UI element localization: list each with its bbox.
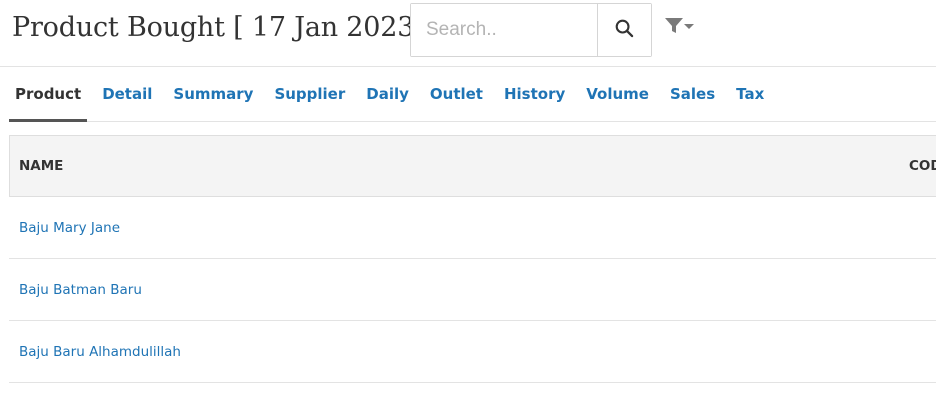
tab-outlet[interactable]: Outlet xyxy=(423,67,490,121)
table-row: Baju Mary Jane xyxy=(9,197,936,259)
search-icon xyxy=(615,19,634,41)
tab-tax[interactable]: Tax xyxy=(729,67,771,121)
product-link[interactable]: Baju Baru Alhamdulillah xyxy=(19,344,181,360)
page: Product Bought [ 17 Jan 2023 ] Product D… xyxy=(0,0,936,407)
tab-history[interactable]: History xyxy=(497,67,572,121)
table-row: Baju Baru Alhamdulillah xyxy=(9,321,936,383)
column-header-name[interactable]: NAME xyxy=(19,158,63,174)
tab-product[interactable]: Product xyxy=(9,67,88,122)
product-table: NAME COD Baju Mary Jane Baju Batman Baru… xyxy=(9,135,936,383)
tab-detail[interactable]: Detail xyxy=(95,67,159,121)
product-link[interactable]: Baju Mary Jane xyxy=(19,220,120,236)
table-header: NAME COD xyxy=(9,135,936,197)
tab-daily[interactable]: Daily xyxy=(359,67,416,121)
tab-volume[interactable]: Volume xyxy=(579,67,656,121)
search-group xyxy=(410,3,652,57)
product-link[interactable]: Baju Batman Baru xyxy=(19,282,142,298)
search-input[interactable] xyxy=(411,4,597,56)
search-button[interactable] xyxy=(597,4,651,56)
page-title: Product Bought [ 17 Jan 2023 ] xyxy=(12,12,433,43)
filter-icon xyxy=(664,16,696,41)
table-row: Baju Batman Baru xyxy=(9,259,936,321)
tab-supplier[interactable]: Supplier xyxy=(267,67,352,121)
filter-dropdown-button[interactable] xyxy=(664,16,696,40)
tab-summary[interactable]: Summary xyxy=(166,67,260,121)
tab-bar: Product Detail Summary Supplier Daily Ou… xyxy=(9,67,936,122)
column-header-code[interactable]: COD xyxy=(909,158,936,174)
tab-sales[interactable]: Sales xyxy=(663,67,722,121)
